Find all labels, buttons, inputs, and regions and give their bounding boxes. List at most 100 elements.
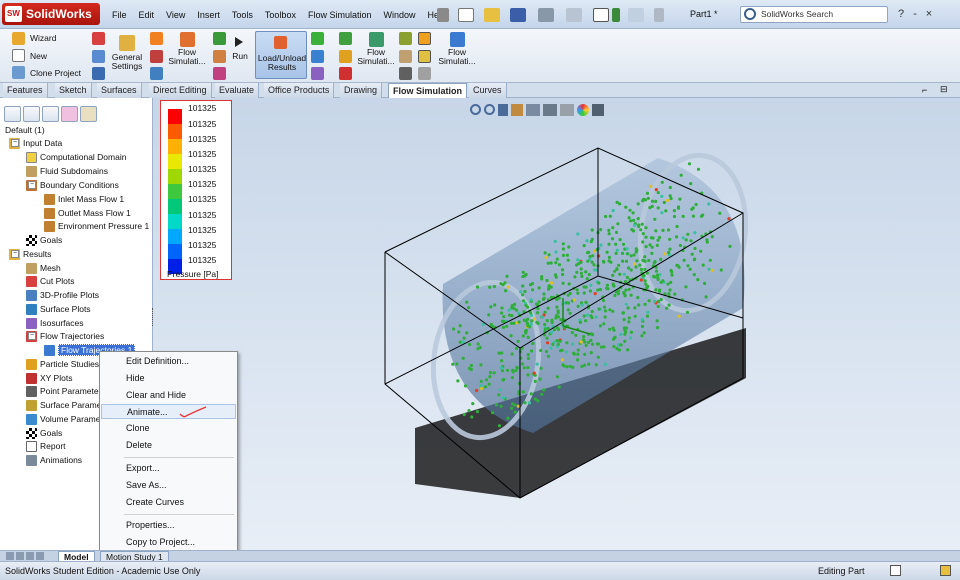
tab-surfaces[interactable]: Surfaces bbox=[97, 83, 142, 98]
toolbox-icon[interactable] bbox=[92, 67, 105, 80]
model-svg[interactable] bbox=[153, 98, 960, 550]
wizard-button[interactable]: Wizard bbox=[30, 34, 56, 43]
cut-plot-icon[interactable] bbox=[311, 32, 324, 45]
collapse-icon[interactable]: − bbox=[28, 181, 36, 189]
help-button[interactable]: ? bbox=[898, 8, 904, 20]
goal-icon[interactable] bbox=[150, 67, 163, 80]
collapse-icon[interactable]: − bbox=[11, 139, 19, 147]
menu-tools[interactable]: Tools bbox=[226, 10, 259, 20]
menu-view[interactable]: View bbox=[160, 10, 191, 20]
dimxpert-tab-icon[interactable] bbox=[61, 106, 78, 122]
transparency-icon[interactable] bbox=[418, 50, 431, 63]
particle-study-icon[interactable] bbox=[339, 50, 352, 63]
section-view-icon[interactable] bbox=[511, 104, 523, 116]
tree-3d-profile-plots[interactable]: 3D-Profile Plots bbox=[26, 289, 99, 302]
tree-environment-pressure[interactable]: Environment Pressure 1 bbox=[44, 220, 149, 233]
fan-icon[interactable] bbox=[150, 50, 163, 63]
tab-office-products[interactable]: Office Products bbox=[264, 83, 335, 98]
select-arrow-icon[interactable] bbox=[593, 8, 609, 22]
flow-simulation-tab-icon[interactable] bbox=[80, 106, 97, 122]
tree-xy-plots[interactable]: XY Plots bbox=[26, 372, 72, 385]
open-folder-icon[interactable] bbox=[484, 8, 500, 22]
menu-copy-to-project[interactable]: Copy to Project... bbox=[101, 535, 236, 550]
tab-direct-editing[interactable]: Direct Editing bbox=[149, 83, 212, 98]
tree-animations[interactable]: Animations bbox=[26, 454, 82, 467]
maximize-icon[interactable]: ⊟ bbox=[940, 84, 948, 95]
menu-toolbox[interactable]: Toolbox bbox=[259, 10, 302, 20]
boundary-condition-icon[interactable] bbox=[150, 32, 163, 45]
new-document-icon[interactable] bbox=[458, 8, 474, 22]
tree-outlet-mass-flow[interactable]: Outlet Mass Flow 1 bbox=[44, 207, 131, 220]
xy-plot-icon[interactable] bbox=[339, 67, 352, 80]
pane-splitter[interactable] bbox=[152, 308, 156, 326]
solver-icon[interactable] bbox=[213, 50, 226, 63]
restore-down-icon[interactable]: ⌐ bbox=[922, 85, 927, 95]
menu-hide[interactable]: Hide bbox=[101, 371, 236, 386]
status-question-icon[interactable] bbox=[890, 565, 901, 576]
rebuild-icon[interactable] bbox=[612, 8, 620, 22]
tree-inlet-mass-flow[interactable]: Inlet Mass Flow 1 bbox=[44, 193, 124, 206]
clone-project-button[interactable]: Clone Project bbox=[30, 69, 81, 78]
graphics-area[interactable] bbox=[153, 98, 960, 550]
run-button[interactable]: Run bbox=[229, 52, 251, 61]
run-small-icon[interactable] bbox=[213, 32, 226, 45]
menu-properties[interactable]: Properties... bbox=[101, 518, 236, 533]
tree-flow-trajectories[interactable]: Flow Trajectories bbox=[26, 330, 104, 343]
tab-sketch[interactable]: Sketch bbox=[55, 83, 92, 98]
minimize-button[interactable]: - bbox=[913, 8, 917, 20]
options-icon[interactable] bbox=[654, 8, 664, 22]
display-style-icon[interactable] bbox=[543, 104, 557, 116]
feature-manager-tab-icon[interactable] bbox=[4, 106, 21, 122]
tree-cut-plots[interactable]: Cut Plots bbox=[26, 275, 75, 288]
tree-isosurfaces[interactable]: Isosurfaces bbox=[26, 317, 83, 330]
solidworks-logo[interactable]: SW SolidWorks bbox=[2, 3, 100, 25]
menu-window[interactable]: Window bbox=[377, 10, 421, 20]
menu-delete[interactable]: Delete bbox=[101, 438, 236, 453]
tree-root[interactable]: Default (1) bbox=[5, 124, 45, 137]
tab-evaluate[interactable]: Evaluate bbox=[215, 83, 260, 98]
first-tab-icon[interactable] bbox=[6, 552, 14, 560]
property-manager-tab-icon[interactable] bbox=[23, 106, 40, 122]
isosurface-icon[interactable] bbox=[311, 67, 324, 80]
tree-results[interactable]: Results bbox=[9, 248, 51, 261]
zoom-to-fit-icon[interactable] bbox=[470, 104, 481, 115]
tree-computational-domain[interactable]: Computational Domain bbox=[26, 151, 126, 164]
mesh-icon[interactable] bbox=[399, 32, 412, 45]
tree-particle-studies[interactable]: Particle Studies bbox=[26, 358, 99, 371]
tree-fluid-subdomains[interactable]: Fluid Subdomains bbox=[26, 165, 108, 178]
print-icon[interactable] bbox=[538, 8, 554, 22]
collapse-icon[interactable]: − bbox=[28, 332, 36, 340]
settings-gear-icon[interactable] bbox=[399, 67, 412, 80]
flow-simulation-button-1[interactable]: Flow Simulati... bbox=[165, 48, 209, 66]
tab-scroll-arrows[interactable] bbox=[6, 552, 56, 560]
configuration-manager-tab-icon[interactable] bbox=[42, 106, 59, 122]
menu-file[interactable]: File bbox=[106, 10, 133, 20]
tree-goals-results[interactable]: Goals bbox=[26, 427, 62, 440]
file-properties-icon[interactable] bbox=[628, 8, 644, 22]
menu-edit[interactable]: Edit bbox=[133, 10, 161, 20]
tree-report[interactable]: Report bbox=[26, 440, 66, 453]
tree-point-parameters[interactable]: Point Parameters bbox=[26, 385, 106, 398]
load-unload-results-button[interactable]: Load/Unload Results bbox=[255, 31, 307, 79]
last-tab-icon[interactable] bbox=[36, 552, 44, 560]
status-rebuild-icon[interactable] bbox=[940, 565, 951, 576]
menu-edit-definition[interactable]: Edit Definition... bbox=[101, 354, 236, 369]
tree-boundary-conditions[interactable]: Boundary Conditions bbox=[26, 179, 119, 192]
save-icon[interactable] bbox=[510, 8, 526, 22]
tree-input-data[interactable]: Input Data bbox=[9, 137, 62, 150]
monitor-icon[interactable] bbox=[213, 67, 226, 80]
undo-icon[interactable] bbox=[566, 8, 582, 22]
menu-clear-and-hide[interactable]: Clear and Hide bbox=[101, 388, 236, 403]
show-results-icon[interactable] bbox=[418, 32, 431, 45]
edit-appearance-icon[interactable] bbox=[577, 104, 589, 116]
tree-mesh[interactable]: Mesh bbox=[26, 262, 61, 275]
tab-flow-simulation[interactable]: Flow Simulation bbox=[388, 83, 467, 99]
menu-export[interactable]: Export... bbox=[101, 461, 236, 476]
display-options-icon[interactable] bbox=[418, 67, 431, 80]
menu-create-curves[interactable]: Create Curves bbox=[101, 495, 236, 510]
calculator-icon[interactable] bbox=[92, 32, 105, 45]
components-icon[interactable] bbox=[399, 50, 412, 63]
tab-curves[interactable]: Curves bbox=[469, 83, 507, 98]
close-button[interactable]: × bbox=[926, 8, 932, 20]
menu-clone[interactable]: Clone bbox=[101, 421, 236, 436]
